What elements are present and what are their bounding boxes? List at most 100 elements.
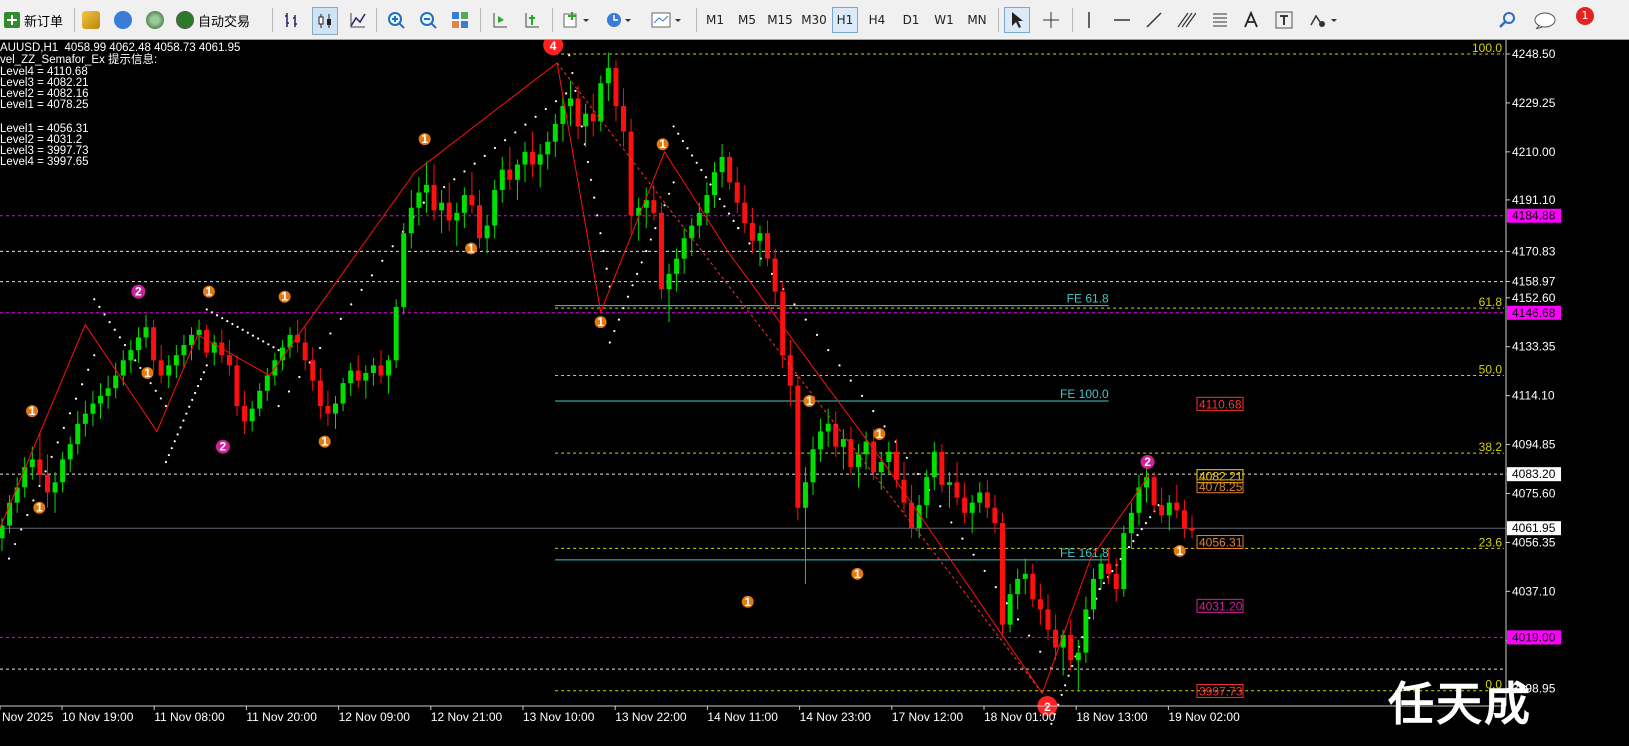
zoom-out-button[interactable] <box>416 7 440 33</box>
time-tick-label: 13 Nov 22:00 <box>615 710 687 724</box>
semafor-dot <box>68 412 72 415</box>
history-icon <box>114 11 132 29</box>
semafor-dot <box>350 303 353 306</box>
tf-m1-button[interactable]: M1 <box>702 7 728 33</box>
candle-body <box>264 375 270 391</box>
time-tick-label: 18 Nov 13:00 <box>1076 710 1148 724</box>
semafor-dot <box>718 197 721 201</box>
vline-button[interactable] <box>1078 7 1100 33</box>
chart-header: AUUSD,H1 4058.99 4062.48 4058.73 4061.95 <box>0 42 241 54</box>
semafor-dot <box>493 146 497 150</box>
candle-body <box>1181 510 1187 529</box>
semafor-dot <box>672 125 675 128</box>
semafor-dot <box>26 513 29 517</box>
messages-button[interactable] <box>1530 7 1560 33</box>
tf-d1-button[interactable]: D1 <box>898 7 924 33</box>
candle-body <box>931 451 937 478</box>
gold-button[interactable] <box>80 7 102 33</box>
semafor-dot <box>860 394 864 397</box>
candle-body <box>1022 573 1028 579</box>
tf-m5-button[interactable]: M5 <box>734 7 760 33</box>
new-order-button[interactable]: 新订单 <box>4 5 63 35</box>
semafor-dot <box>849 379 852 382</box>
time-tick-label: 19 Nov 02:00 <box>1168 710 1240 724</box>
hline-button[interactable] <box>1110 7 1134 33</box>
time-tick-label: 12 Nov 09:00 <box>339 710 411 724</box>
periods-button[interactable] <box>602 7 636 33</box>
tf-h1-button[interactable]: H1 <box>832 7 858 33</box>
candlestick-button[interactable] <box>312 7 338 35</box>
semafor-dot <box>654 227 657 230</box>
candle-body <box>363 373 369 381</box>
candle-body <box>249 408 255 422</box>
label-button[interactable] <box>1272 7 1296 33</box>
zoom-in-button[interactable] <box>384 7 408 33</box>
fe-label: FE 100.0 <box>1060 387 1109 401</box>
signal-button[interactable] <box>144 7 166 33</box>
candle-body <box>423 184 429 193</box>
tf-h4-button[interactable]: H4 <box>864 7 890 33</box>
autoscroll-button[interactable] <box>520 7 544 33</box>
semafor-marker-label: 1 <box>744 595 751 609</box>
gold-icon <box>82 11 100 29</box>
toolbar-divider <box>552 8 553 32</box>
fe-label: FE 61.8 <box>1067 292 1109 306</box>
trendline-button[interactable] <box>1142 7 1166 33</box>
candle-body <box>14 487 20 503</box>
candle-body <box>1151 477 1157 506</box>
semafor-marker-label: 2 <box>220 440 227 454</box>
semafor-marker-label: 1 <box>597 315 604 329</box>
fib-button[interactable] <box>1208 7 1232 33</box>
candle-body <box>666 273 672 290</box>
price-tick-label: 4094.85 <box>1512 438 1556 452</box>
line-chart-icon <box>350 13 366 28</box>
candle-body <box>522 151 528 165</box>
semafor-dot <box>605 267 608 270</box>
text-button[interactable] <box>1240 7 1262 33</box>
toolbar-divider <box>1072 8 1073 32</box>
candle-body <box>333 403 339 414</box>
tile-windows-button[interactable] <box>448 7 472 33</box>
bar-chart-button[interactable] <box>280 7 304 33</box>
semafor-dot <box>571 71 574 75</box>
channels-button[interactable] <box>1174 7 1198 33</box>
line-chart-button[interactable] <box>346 7 370 33</box>
search-button[interactable] <box>1496 7 1520 33</box>
crosshair-button[interactable] <box>1038 7 1064 33</box>
candle-body <box>279 347 285 361</box>
semafor-dot <box>149 382 152 385</box>
semafor-dot <box>202 371 205 374</box>
candle-body <box>765 233 771 259</box>
tf-m1-label: M1 <box>706 13 724 27</box>
notification-badge[interactable]: 1 <box>1576 7 1594 25</box>
candle-body <box>75 423 81 445</box>
tf-mn-button[interactable]: MN <box>962 7 992 33</box>
candle-body <box>1106 563 1112 574</box>
semafor-dot <box>123 343 127 347</box>
history-button[interactable] <box>112 7 134 33</box>
indicators-button[interactable] <box>560 7 594 33</box>
templates-button[interactable] <box>648 7 686 33</box>
candle-body <box>499 169 505 190</box>
shapes-button[interactable] <box>1306 7 1342 33</box>
auto-trade-button[interactable]: 自动交易 <box>176 5 250 35</box>
candle-body <box>29 459 35 468</box>
price-chart[interactable]: 100.061.850.038.223.60.0FE 61.8FE 100.0F… <box>0 40 1629 746</box>
chart-window[interactable]: 100.0 61.8 50.0 38.2 23.6 0.0 FE 61.8 FE 100.0 F… <box>0 40 1629 746</box>
toolbar-divider <box>480 8 481 32</box>
semafor-dot <box>681 139 684 143</box>
candle-body <box>1000 522 1006 625</box>
tf-h1-label: H1 <box>836 13 854 27</box>
cursor-button[interactable] <box>1004 7 1030 33</box>
semafor-dot <box>443 185 446 189</box>
candle-body <box>946 482 952 485</box>
scroll-button[interactable] <box>488 7 512 33</box>
tf-w1-button[interactable]: W1 <box>930 7 958 33</box>
toolbar-divider <box>696 8 697 32</box>
semafor-dot <box>210 311 214 314</box>
tf-m15-button[interactable]: M15 <box>764 7 796 33</box>
price-tag-label: 4019.00 <box>1512 630 1556 644</box>
tf-m30-button[interactable]: M30 <box>798 7 830 33</box>
semafor-marker-label: 2 <box>135 285 142 299</box>
semafor-dot <box>1111 569 1114 573</box>
